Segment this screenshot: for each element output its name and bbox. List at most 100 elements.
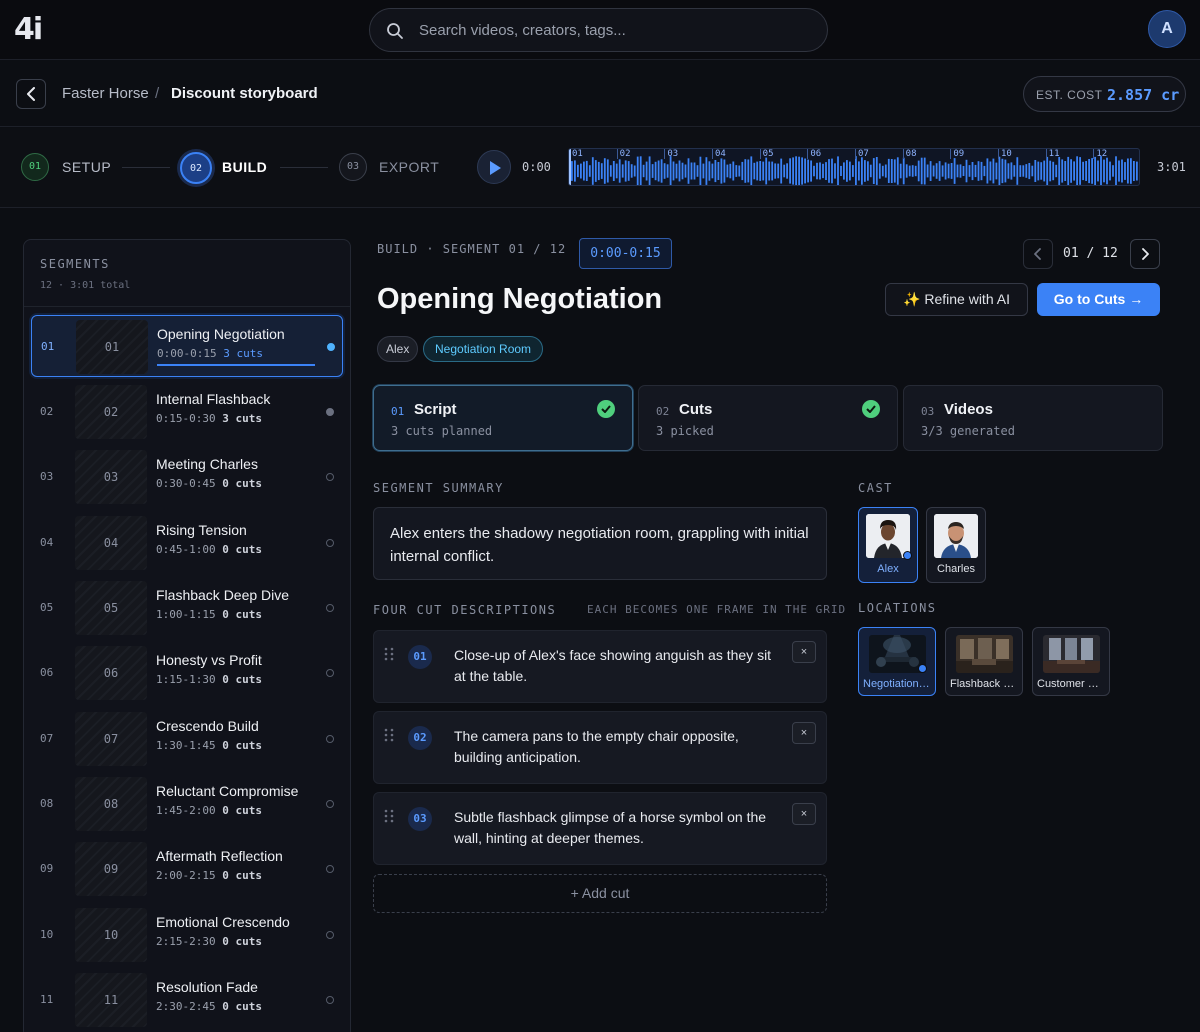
segment-thumbnail: 10 — [75, 908, 147, 962]
waveform-bar — [1028, 163, 1031, 180]
segment-name: Emotional Crescendo — [156, 914, 290, 930]
remove-cut-button[interactable]: × — [792, 803, 816, 825]
cast-card-alex[interactable]: Alex — [858, 507, 918, 583]
segment-item[interactable]: 04 04 Rising Tension 0:45-1:00 0 cuts — [31, 512, 343, 574]
next-segment-button[interactable] — [1130, 239, 1160, 269]
segment-summary-field[interactable]: Alex enters the shadowy negotiation room… — [373, 507, 827, 580]
cut-item[interactable]: 03 Subtle flashback glimpse of a horse sy… — [373, 792, 827, 865]
search-bar[interactable]: Search videos, creators, tags... — [369, 8, 828, 52]
segment-range: 2:15-2:30 — [156, 935, 216, 948]
waveform-bar — [660, 159, 663, 183]
segment-number: 04 — [40, 536, 54, 549]
refine-with-ai-button[interactable]: ✨ Refine with AI — [885, 283, 1028, 316]
sidebar-title: SEGMENTS — [40, 257, 110, 271]
tag-location[interactable]: Negotiation Room — [423, 336, 544, 362]
segment-item[interactable]: 06 06 Honesty vs Profit 1:15-1:30 0 cuts — [31, 642, 343, 704]
location-card-customer-office[interactable]: Customer Office — [1032, 627, 1110, 696]
waveform-bar — [834, 163, 836, 179]
search-input[interactable]: Search videos, creators, tags... — [419, 22, 626, 39]
waveform-bar — [1046, 156, 1049, 185]
add-cut-button[interactable]: + Add cut — [373, 874, 827, 913]
cut-description[interactable]: Subtle flashback glimpse of a horse symb… — [454, 807, 784, 849]
back-button[interactable] — [16, 79, 46, 109]
app-logo[interactable]: 4i — [14, 12, 43, 47]
step-connector — [280, 167, 328, 168]
steps-bar: 01 SETUP 02 BUILD 03 EXPORT 0:00 01 02 03 0… — [0, 128, 1200, 208]
locations-label: LOCATIONS — [858, 601, 937, 615]
remove-cut-button[interactable]: × — [792, 722, 816, 744]
waveform-bar — [720, 158, 723, 184]
segment-meta: 0:00-0:15 3 cuts — [157, 347, 263, 360]
go-to-cuts-button[interactable]: Go to Cuts → — [1037, 283, 1160, 316]
segment-item[interactable]: 11 11 Resolution Fade 2:30-2:45 0 cuts — [31, 969, 343, 1031]
breadcrumb-parent[interactable]: Faster Horse — [62, 85, 149, 102]
play-icon — [490, 161, 501, 175]
segment-item[interactable]: 10 10 Emotional Crescendo 2:15-2:30 0 cuts — [31, 904, 343, 966]
segment-status-dot — [327, 343, 335, 351]
waveform-bar — [840, 165, 842, 176]
segment-number: 02 — [40, 405, 54, 418]
cut-item[interactable]: 02 The camera pans to the empty chair opp… — [373, 711, 827, 784]
segment-status-dot — [326, 996, 334, 1004]
step-export-label[interactable]: EXPORT — [379, 159, 439, 175]
segment-item[interactable]: 08 08 Reluctant Compromise 1:45-2:00 0 cuts — [31, 773, 343, 835]
play-button[interactable] — [477, 150, 511, 184]
drag-handle-icon[interactable] — [384, 647, 394, 661]
waveform-bar — [723, 159, 726, 183]
segment-item[interactable]: 05 05 Flashback Deep Dive 1:00-1:15 0 cuts — [31, 577, 343, 639]
waveform-bar — [762, 161, 765, 181]
location-card-negotiation-room[interactable]: Negotiation Room — [858, 627, 936, 696]
cut-item[interactable]: 01 Close-up of Alex's face showing anguis… — [373, 630, 827, 703]
step-build-label[interactable]: BUILD — [222, 159, 267, 175]
waveform-bar — [810, 160, 812, 182]
segment-status-dot — [326, 735, 334, 743]
stage-card-videos[interactable]: 03 Videos 3/3 generated — [903, 385, 1163, 451]
segment-meta: 0:30-0:45 0 cuts — [156, 477, 262, 490]
step-setup-number[interactable]: 01 — [21, 153, 49, 181]
waveform-bar — [929, 161, 932, 181]
tag-character[interactable]: Alex — [377, 336, 419, 362]
cost-label: EST. COST — [1036, 88, 1103, 102]
waveform-bar — [822, 163, 824, 179]
waveform-bar — [657, 160, 660, 182]
cast-card-charles[interactable]: Charles — [926, 507, 986, 583]
segment-item[interactable]: 01 01 Opening Negotiation 0:00-0:15 3 cuts — [31, 315, 343, 377]
segment-status-dot — [326, 865, 334, 873]
stage-card-script[interactable]: 01 Script 3 cuts planned — [373, 385, 633, 451]
waveform-bar — [846, 160, 848, 182]
cut-description[interactable]: The camera pans to the empty chair oppos… — [454, 726, 784, 768]
waveform-bar — [606, 159, 609, 183]
playhead[interactable] — [569, 149, 571, 185]
segment-item[interactable]: 07 07 Crescendo Build 1:30-1:45 0 cuts — [31, 708, 343, 770]
segment-range: 1:00-1:15 — [156, 608, 216, 621]
step-export-number[interactable]: 03 — [339, 153, 367, 181]
remove-cut-button[interactable]: × — [792, 641, 816, 663]
waveform-bar — [577, 164, 579, 178]
timeline-waveform[interactable]: 01 02 03 04 05 06 07 08 09 10 11 12 — [568, 148, 1140, 186]
prev-segment-button[interactable] — [1023, 239, 1053, 269]
segment-thumbnail: 05 — [75, 581, 147, 635]
user-avatar[interactable]: A — [1148, 10, 1186, 48]
waveform-bar — [1040, 162, 1043, 180]
step-setup-label[interactable]: SETUP — [62, 159, 111, 175]
waveform-bar — [765, 157, 768, 185]
drag-handle-icon[interactable] — [384, 728, 394, 742]
stage-card-cuts[interactable]: 02 Cuts 3 picked — [638, 385, 898, 451]
cut-description[interactable]: Close-up of Alex's face showing anguish … — [454, 645, 784, 687]
segment-item[interactable]: 02 02 Internal Flashback 0:15-0:30 3 cuts — [31, 381, 343, 443]
waveform-bar — [1136, 161, 1138, 181]
segment-item[interactable]: 09 09 Aftermath Reflection 2:00-2:15 0 cuts — [31, 838, 343, 900]
waveform-bar — [1007, 163, 1010, 179]
waveform-bar — [684, 164, 687, 178]
breadcrumb-separator: / — [155, 85, 160, 102]
waveform-bar — [875, 157, 878, 185]
waveform-bar — [849, 161, 851, 181]
location-card-flashback[interactable]: Flashback Space — [945, 627, 1023, 696]
segment-cut-count: 0 cuts — [222, 1000, 262, 1013]
step-build-number[interactable]: 02 — [180, 152, 212, 184]
waveform-bar — [645, 161, 648, 181]
drag-handle-icon[interactable] — [384, 809, 394, 823]
segment-thumbnail: 09 — [75, 842, 147, 896]
cuts-hint: EACH BECOMES ONE FRAME IN THE GRID — [587, 603, 847, 616]
segment-item[interactable]: 03 03 Meeting Charles 0:30-0:45 0 cuts — [31, 446, 343, 508]
